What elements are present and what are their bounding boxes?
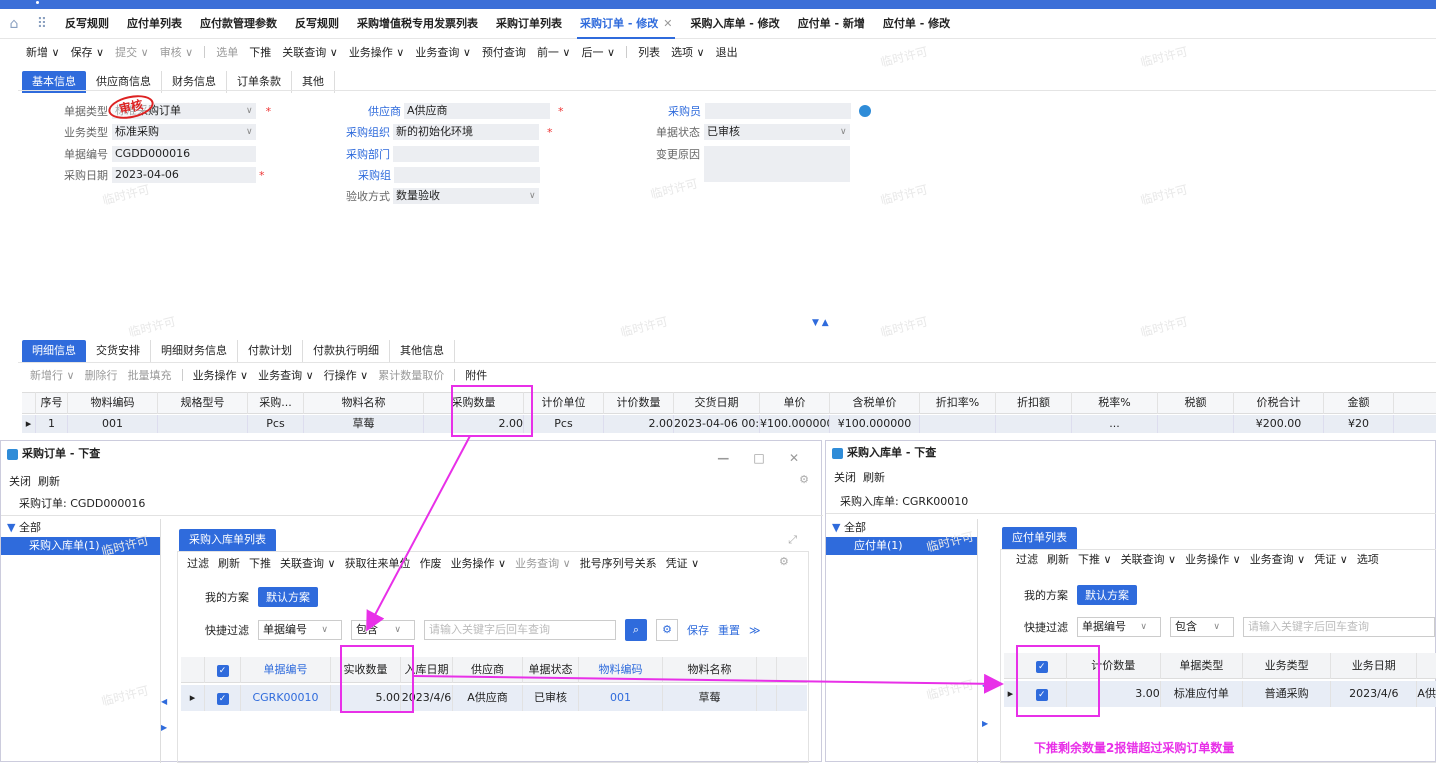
annotation-arrows [366, 435, 1004, 694]
arrow-receipt-to-payable [413, 673, 1004, 694]
arrow-order-to-receipt [366, 435, 471, 632]
